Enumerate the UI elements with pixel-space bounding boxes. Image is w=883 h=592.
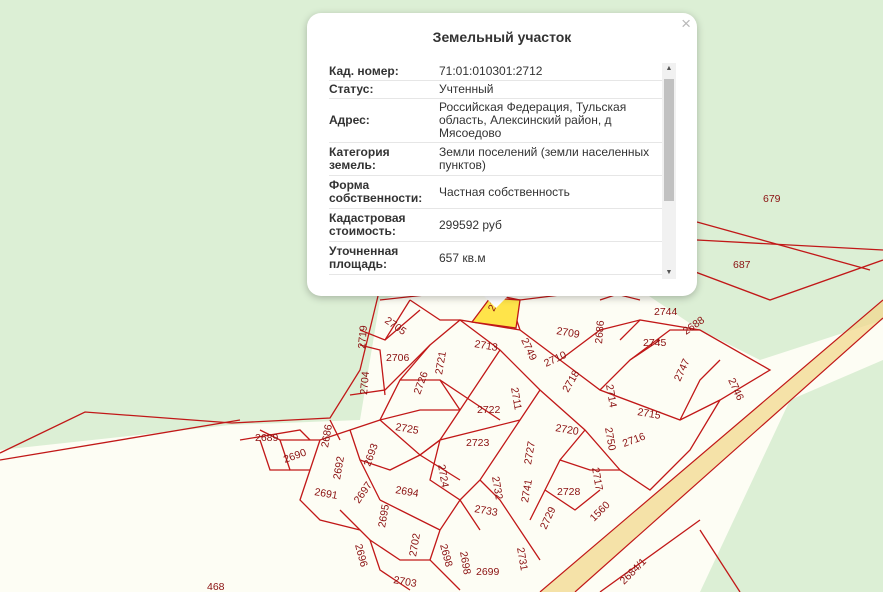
- parcel-label[interactable]: 2719: [356, 325, 370, 349]
- attribute-row: Кадастровая стоимость: 299592 руб: [329, 209, 662, 242]
- scroll-down-arrow-icon[interactable]: ▼: [662, 267, 676, 279]
- parcel-label[interactable]: 2745: [643, 337, 667, 349]
- parcel-label[interactable]: 2689: [255, 432, 279, 444]
- attribute-value: 657 кв.м: [439, 250, 486, 265]
- attribute-key: Уточненная площадь:: [329, 244, 399, 271]
- attribute-key: Адрес:: [329, 113, 370, 127]
- parcel-label[interactable]: 2722: [477, 404, 501, 416]
- parcel-label-679: 679: [763, 193, 781, 205]
- parcel-label[interactable]: 2744: [654, 306, 678, 318]
- parcel-info-popup: × Земельный участок Кад. номер: 71:01:010…: [307, 13, 697, 296]
- attribute-row: Статус: Учтенный: [329, 81, 662, 99]
- attribute-row: Форма собственности: Частная собственност…: [329, 176, 662, 209]
- scroll-thumb[interactable]: [664, 79, 674, 201]
- attribute-row: Кад. номер: 71:01:010301:2712: [329, 63, 662, 81]
- attribute-value: Частная собственность: [439, 184, 570, 199]
- parcel-label[interactable]: 2723: [466, 437, 490, 449]
- parcel-label[interactable]: 2728: [557, 486, 581, 498]
- parcel-label[interactable]: 2704: [358, 371, 372, 395]
- parcel-label-687: 687: [733, 259, 751, 271]
- parcel-label[interactable]: 2706: [386, 352, 410, 364]
- parcel-label[interactable]: 2699: [476, 566, 500, 578]
- popup-pointer: [482, 294, 510, 308]
- attribute-key: Категория земель:: [329, 145, 390, 172]
- attribute-value: 299592 руб: [439, 217, 502, 232]
- attribute-row: Категория земель: Земли поселений (земли …: [329, 143, 662, 176]
- attribute-value: 71:01:010301:2712: [439, 64, 543, 78]
- attribute-key: Кадастровая стоимость:: [329, 211, 406, 238]
- parcel-attributes-table: Кад. номер: 71:01:010301:2712 Статус: Учтен…: [329, 63, 662, 279]
- scroll-up-arrow-icon[interactable]: ▲: [662, 63, 676, 75]
- attribute-key: Кад. номер:: [329, 64, 399, 78]
- attribute-key: Форма собственности:: [329, 178, 423, 205]
- parcel-label[interactable]: 2686: [593, 320, 607, 344]
- attribute-row: Уточненная площадь: 657 кв.м: [329, 242, 662, 275]
- attribute-value: Российская Федерация, Тульская область, …: [439, 100, 627, 140]
- attribute-row: Адрес: Российская Федерация, Тульская обл…: [329, 99, 662, 143]
- popup-scrollbar[interactable]: ▲ ▼: [662, 63, 676, 279]
- attribute-value: Учтенный: [439, 82, 494, 96]
- attribute-key: Статус:: [329, 82, 374, 96]
- popup-title: Земельный участок: [432, 29, 572, 45]
- parcel-label-468: 468: [207, 581, 225, 592]
- attribute-value: Земли поселений (земли населенных пункто…: [439, 145, 650, 172]
